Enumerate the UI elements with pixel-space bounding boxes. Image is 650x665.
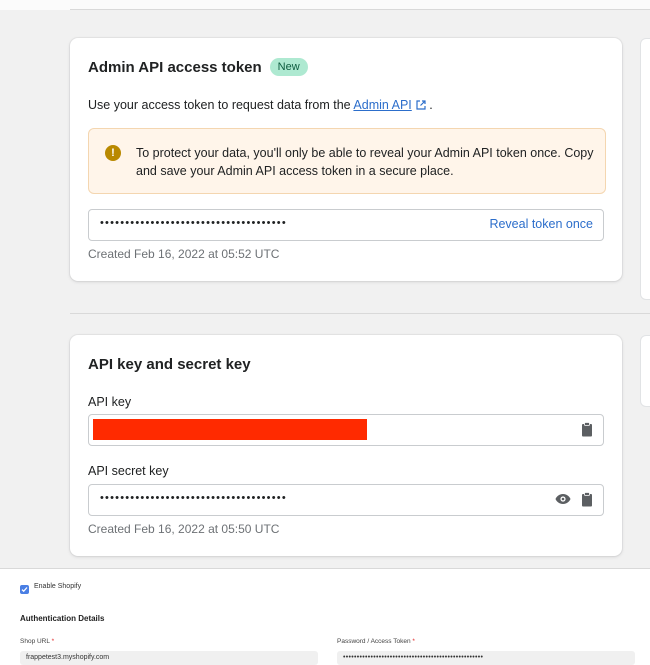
warning-icon: ! xyxy=(105,145,121,161)
reveal-token-button[interactable]: Reveal token once xyxy=(489,217,593,231)
api-secret-key-masked: ••••••••••••••••••••••••••••••••••••• xyxy=(100,492,287,504)
api-key-field[interactable] xyxy=(88,414,604,446)
access-token-field[interactable]: ••••••••••••••••••••••••••••••••••••• Re… xyxy=(88,209,604,241)
new-badge: New xyxy=(269,58,308,76)
access-token-masked: ••••••••••••••••••••••••••••••••••••• xyxy=(100,217,287,229)
clipboard-icon[interactable] xyxy=(581,492,593,507)
description-text: Use your access token to request data fr… xyxy=(88,98,354,112)
external-link-icon[interactable] xyxy=(416,100,426,110)
api-keys-card: API key and secret key API key API secre… xyxy=(70,335,622,556)
enable-shopify-checkbox[interactable] xyxy=(20,585,29,594)
eye-icon[interactable] xyxy=(555,493,571,505)
shop-url-label: Shop URL * xyxy=(20,638,54,645)
redaction-bar xyxy=(93,419,367,440)
access-token-card: Admin API access token New Use your acce… xyxy=(70,38,622,281)
api-key-label: API key xyxy=(88,395,132,409)
description-suffix: . xyxy=(425,98,433,112)
api-secret-key-label: API secret key xyxy=(88,464,169,478)
shop-url-input[interactable]: frappetest3.myshopify.com xyxy=(20,651,318,665)
keys-created-date: Created Feb 16, 2022 at 05:50 UTC xyxy=(88,522,280,536)
section-divider xyxy=(70,313,650,314)
access-token-header: Admin API access token New xyxy=(88,58,308,76)
access-token-title: Admin API access token xyxy=(88,58,262,76)
side-card-bottom xyxy=(640,335,650,407)
required-marker: * xyxy=(51,638,55,645)
api-secret-key-field[interactable]: ••••••••••••••••••••••••••••••••••••• xyxy=(88,484,604,516)
required-marker: * xyxy=(412,638,415,645)
access-token-description: Use your access token to request data fr… xyxy=(88,98,433,112)
top-divider xyxy=(70,9,650,10)
password-input[interactable]: ••••••••••••••••••••••••••••••••••••••••… xyxy=(337,651,635,665)
warning-banner: ! To protect your data, you'll only be a… xyxy=(88,128,606,194)
shop-url-label-text: Shop URL xyxy=(20,638,50,645)
password-label: Password / Access Token * xyxy=(337,638,415,645)
shopify-settings-panel: Enable Shopify Authentication Details Sh… xyxy=(0,568,650,665)
warning-banner-text: To protect your data, you'll only be abl… xyxy=(136,146,594,178)
token-created-date: Created Feb 16, 2022 at 05:52 UTC xyxy=(88,247,280,261)
authentication-details-heading: Authentication Details xyxy=(20,614,105,623)
enable-shopify-label: Enable Shopify xyxy=(34,583,82,590)
password-label-text: Password / Access Token xyxy=(337,638,411,645)
admin-api-link[interactable]: Admin API xyxy=(353,98,411,112)
api-keys-title: API key and secret key xyxy=(88,356,251,373)
side-card-top xyxy=(640,38,650,300)
clipboard-icon[interactable] xyxy=(581,422,593,437)
checkmark-icon xyxy=(21,587,28,593)
